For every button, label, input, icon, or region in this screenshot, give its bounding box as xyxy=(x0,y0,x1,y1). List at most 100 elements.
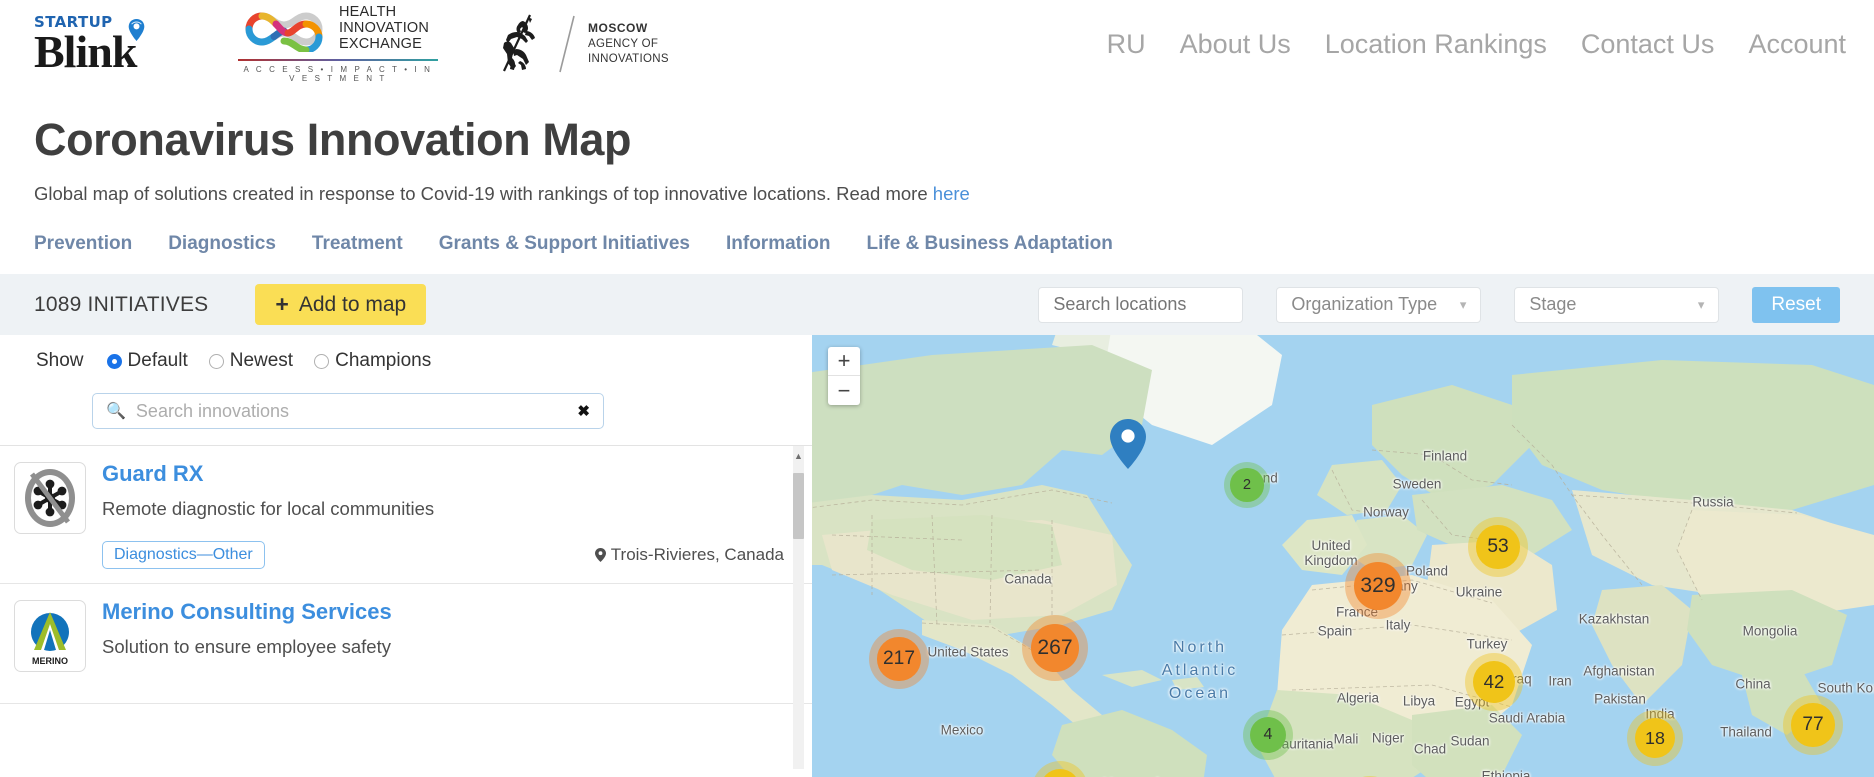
radio-option-default[interactable]: Default xyxy=(106,350,188,372)
zoom-in-button[interactable]: + xyxy=(828,347,860,376)
map-panel[interactable]: + − CanadaUnited StatesMexicoVenezuelaIc… xyxy=(812,335,1874,777)
map-cluster-count: 4 xyxy=(1250,717,1286,753)
moscow-agency-logo[interactable]: MOSCOW AGENCY OF INNOVATIONS xyxy=(490,13,669,75)
infinity-icon xyxy=(245,12,323,52)
filter-toolbar: 1089 INITIATIVES + Add to map Organizati… xyxy=(0,274,1874,335)
scrollbar-thumb[interactable] xyxy=(793,473,804,539)
innovation-tag[interactable]: Diagnostics—Other xyxy=(102,541,265,570)
selected-location-pin[interactable] xyxy=(1110,419,1146,474)
map-cluster-count: 14 xyxy=(1039,768,1081,777)
category-tab-diagnostics[interactable]: Diagnostics xyxy=(168,233,276,255)
map-cluster-marker[interactable]: 329 xyxy=(1345,553,1411,619)
page-intro: Coronavirus Innovation Map Global map of… xyxy=(0,114,1874,265)
radio-option-newest[interactable]: Newest xyxy=(208,350,294,372)
chevron-down-icon: ▾ xyxy=(1459,296,1467,312)
list-item[interactable]: Guard RX Remote diagnostic for local com… xyxy=(0,446,812,585)
category-tab-prevention[interactable]: Prevention xyxy=(34,233,132,255)
add-to-map-button[interactable]: + Add to map xyxy=(255,284,427,325)
moscow-wordmark: MOSCOW AGENCY OF INNOVATIONS xyxy=(588,21,669,67)
innovation-title[interactable]: Merino Consulting Services xyxy=(102,599,392,624)
map-cluster-count: 2 xyxy=(1230,468,1264,502)
map-cluster-marker[interactable]: 18 xyxy=(1627,710,1683,766)
map-cluster-marker[interactable]: 217 xyxy=(869,629,929,689)
stage-select[interactable]: Stage ▾ xyxy=(1514,286,1720,323)
hie-line2: INNOVATION xyxy=(339,20,430,37)
clear-icon[interactable]: ✖ xyxy=(577,402,590,420)
radio-newest-indicator[interactable] xyxy=(208,353,224,369)
innovation-description: Remote diagnostic for local communities xyxy=(102,498,435,520)
category-tab-life-business[interactable]: Life & Business Adaptation xyxy=(866,233,1112,255)
map-canvas[interactable] xyxy=(812,335,1874,777)
initiatives-count: 1089 INITIATIVES xyxy=(34,292,209,316)
svg-text:MERINO: MERINO xyxy=(32,656,68,666)
map-cluster-marker[interactable]: 77 xyxy=(1783,695,1843,755)
zoom-out-button[interactable]: − xyxy=(828,376,860,405)
organization-type-select[interactable]: Organization Type ▾ xyxy=(1276,286,1482,323)
search-locations-input[interactable] xyxy=(1038,286,1244,323)
innovation-logo xyxy=(14,462,86,534)
site-header: STARTUP Blink HEALTH INNOVATION EXCHANGE… xyxy=(0,0,1874,88)
innovation-footer: Diagnostics—Other Trois-Rivieres, Canada xyxy=(102,541,784,570)
map-cluster-count: 42 xyxy=(1473,661,1515,703)
radio-champions-indicator[interactable] xyxy=(314,353,330,369)
map-cluster-marker[interactable]: 4 xyxy=(1243,710,1293,760)
startupblink-logo-main: Blink xyxy=(34,25,137,77)
search-innovations-placeholder[interactable]: Search innovations xyxy=(136,401,568,422)
map-cluster-marker[interactable]: 267 xyxy=(1022,615,1088,681)
reset-button[interactable]: Reset xyxy=(1752,286,1840,323)
category-tab-information[interactable]: Information xyxy=(726,233,831,255)
logo-group: STARTUP Blink HEALTH INNOVATION EXCHANGE… xyxy=(34,4,669,83)
map-cluster-count: 53 xyxy=(1476,525,1520,569)
map-cluster-marker[interactable]: 53 xyxy=(1468,517,1528,577)
health-innovation-exchange-logo[interactable]: HEALTH INNOVATION EXCHANGE A C C E S S •… xyxy=(238,4,438,83)
category-tab-treatment[interactable]: Treatment xyxy=(312,233,403,255)
nav-item-ru[interactable]: RU xyxy=(1107,29,1146,60)
map-cluster-count: 18 xyxy=(1634,717,1676,759)
stage-label: Stage xyxy=(1529,294,1577,314)
map-zoom-controls[interactable]: + − xyxy=(828,347,860,405)
organization-type-label: Organization Type xyxy=(1291,294,1438,314)
innovation-body: Merino Consulting Services Solution to e… xyxy=(102,599,812,689)
innovations-panel: Show Default Newest Champions 🔍 Search i… xyxy=(0,335,812,777)
moscow-line2: AGENCY OF xyxy=(588,37,659,50)
show-label: Show xyxy=(36,350,84,371)
nav-item-about-us[interactable]: About Us xyxy=(1180,29,1291,60)
page-title: Coronavirus Innovation Map xyxy=(34,114,632,165)
innovation-logo: MERINO xyxy=(14,600,86,673)
search-innovations-box[interactable]: 🔍 Search innovations ✖ xyxy=(92,393,604,429)
page-description: Global map of solutions created in respo… xyxy=(34,183,1840,205)
hie-line3: EXCHANGE xyxy=(339,35,422,52)
moscow-line3: INNOVATIONS xyxy=(588,52,669,65)
show-filter-row: Show Default Newest Champions xyxy=(0,335,812,372)
chevron-down-icon: ▾ xyxy=(1697,296,1705,312)
radio-default-indicator[interactable] xyxy=(106,353,122,369)
map-cluster-marker[interactable]: 2 xyxy=(1224,462,1270,508)
read-more-link[interactable]: here xyxy=(933,183,970,204)
guard-rx-logo-icon xyxy=(25,469,75,527)
list-scrollbar[interactable]: ▲ xyxy=(793,446,804,769)
moscow-line1: MOSCOW xyxy=(588,20,648,35)
innovation-description: Solution to ensure employee safety xyxy=(102,636,391,658)
hie-wordmark: HEALTH INNOVATION EXCHANGE xyxy=(339,4,430,53)
scroll-up-arrow-icon[interactable]: ▲ xyxy=(793,448,804,464)
hie-divider xyxy=(238,58,438,61)
innovation-title[interactable]: Guard RX xyxy=(102,461,203,486)
category-tabs: Prevention Diagnostics Treatment Grants … xyxy=(34,233,1840,265)
radio-newest-label: Newest xyxy=(229,350,294,371)
list-item[interactable]: MERINO Merino Consulting Services Soluti… xyxy=(0,584,812,705)
map-cluster-count: 77 xyxy=(1791,703,1835,747)
map-pin-icon xyxy=(128,18,145,41)
nav-item-contact-us[interactable]: Contact Us xyxy=(1581,29,1715,60)
startupblink-logo[interactable]: STARTUP Blink xyxy=(34,14,186,77)
divider-slash-icon xyxy=(559,15,575,73)
location-pin-icon xyxy=(594,548,606,563)
nav-item-account[interactable]: Account xyxy=(1748,29,1846,60)
nav-item-location-rankings[interactable]: Location Rankings xyxy=(1325,29,1547,60)
innovation-location: Trois-Rivieres, Canada xyxy=(594,545,784,565)
radio-option-champions[interactable]: Champions xyxy=(314,350,431,372)
map-cluster-count: 329 xyxy=(1354,562,1402,610)
map-cluster-marker[interactable]: 42 xyxy=(1465,653,1523,711)
main-content: Show Default Newest Champions 🔍 Search i… xyxy=(0,335,1874,777)
radio-champions-label: Champions xyxy=(335,350,432,371)
category-tab-grants-support[interactable]: Grants & Support Initiatives xyxy=(439,233,690,255)
